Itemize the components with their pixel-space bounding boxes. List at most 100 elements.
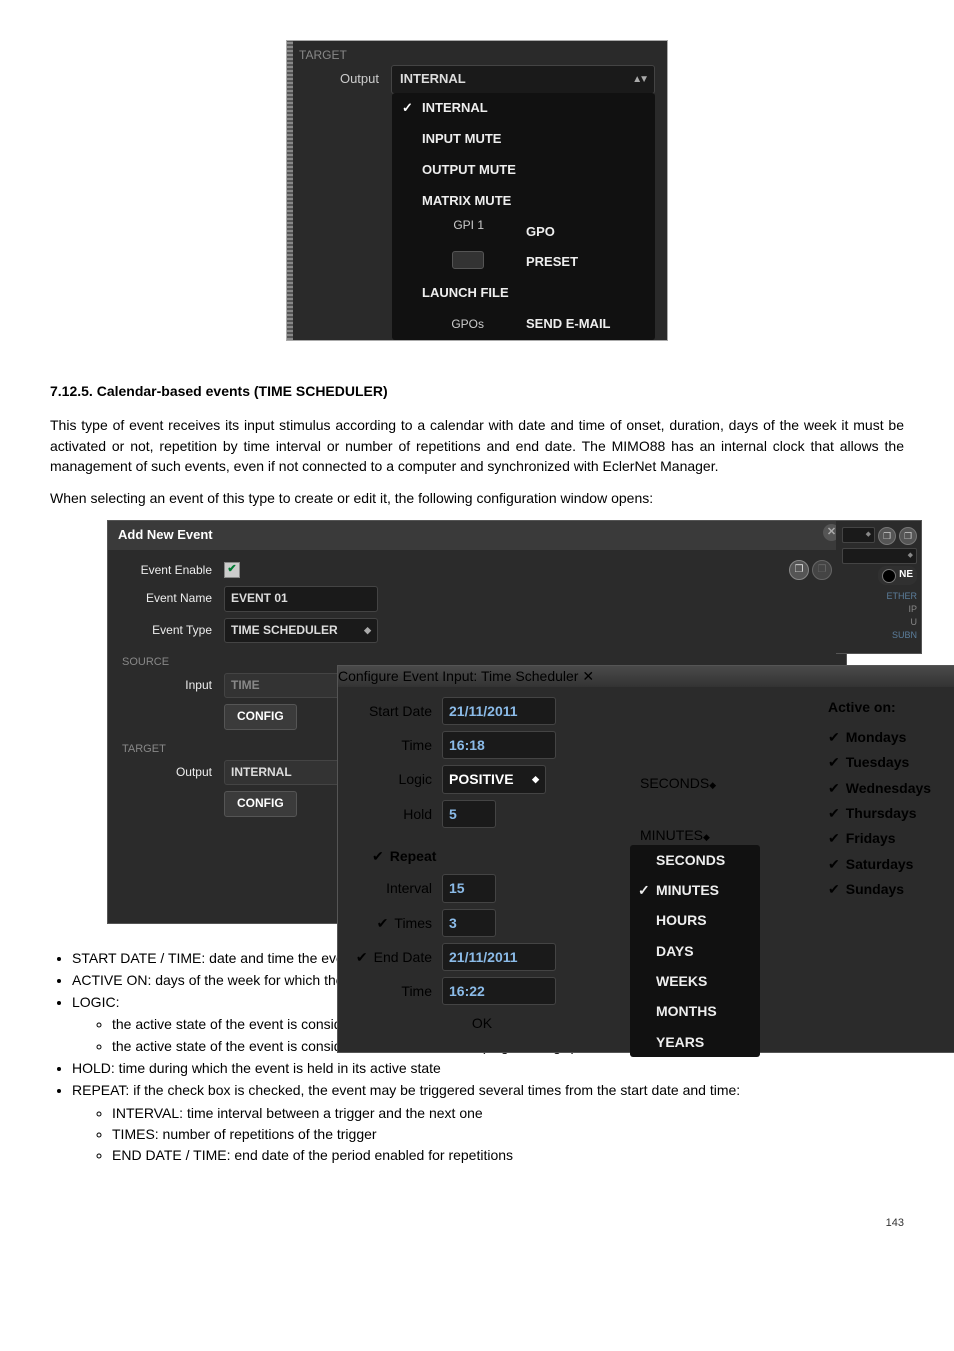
day-thu-checkbox[interactable]: ✔	[828, 803, 840, 823]
day-wed-checkbox[interactable]: ✔	[828, 778, 840, 798]
left-drag-grip	[287, 41, 293, 340]
peek-ether: ETHER	[842, 590, 917, 603]
start-date-label: Start Date	[352, 701, 442, 721]
unit-option-months[interactable]: MONTHS	[630, 996, 760, 1026]
interval-input[interactable]: 15	[442, 874, 496, 902]
output-select-value: INTERNAL	[400, 70, 466, 89]
paste-icon[interactable]: ❐	[812, 560, 832, 580]
paragraph-1: This type of event receives its input st…	[50, 415, 904, 476]
interval-unit-dropdown: SECONDS MINUTES HOURS DAYS WEEKS MONTHS …	[630, 845, 760, 1057]
hold-unit-select[interactable]: SECONDS◆	[640, 773, 800, 793]
unit-option-weeks[interactable]: WEEKS	[630, 966, 760, 996]
peek-u: U	[842, 616, 917, 629]
ok-button[interactable]: OK	[448, 1011, 516, 1035]
source-config-button[interactable]: CONFIG	[224, 704, 297, 729]
start-date-input[interactable]: 21/11/2011	[442, 697, 556, 725]
paragraph-2: When selecting an event of this type to …	[50, 488, 904, 508]
day-sat-checkbox[interactable]: ✔	[828, 854, 840, 874]
event-type-value: TIME SCHEDULER	[231, 622, 338, 639]
updown-icon: ◆	[709, 780, 716, 790]
day-fri-label: Fridays	[846, 828, 896, 848]
target-config-button[interactable]: CONFIG	[224, 791, 297, 816]
logic-label: Logic	[352, 769, 442, 789]
menu-item-gpo[interactable]: GPO	[496, 217, 643, 248]
right-panel-peek: ❐ ❐ NE ETHER IP U SUBN	[836, 520, 922, 654]
day-sun-checkbox[interactable]: ✔	[828, 879, 840, 899]
interval-unit-select[interactable]: MINUTES◆	[640, 825, 800, 845]
updown-icon: ▲▼	[632, 73, 646, 88]
day-mon-checkbox[interactable]: ✔	[828, 727, 840, 747]
peek-icon-1[interactable]: ❐	[878, 527, 896, 545]
hold-label: Hold	[352, 804, 442, 824]
net-dot-icon	[882, 569, 896, 583]
list-item-text: REPEAT: if the check box is checked, the…	[72, 1082, 740, 1098]
end-date-input[interactable]: 21/11/2011	[442, 943, 556, 971]
peek-ip: IP	[842, 603, 917, 616]
list-item-text: LOGIC:	[72, 994, 119, 1010]
event-name-label: Event Name	[122, 590, 224, 607]
updown-icon: ◆	[532, 773, 539, 786]
updown-icon: ◆	[364, 624, 371, 637]
peek-select-2[interactable]	[842, 548, 917, 564]
event-enable-checkbox[interactable]: ✔	[224, 562, 240, 578]
end-time-input[interactable]: 16:22	[442, 977, 556, 1005]
output-select[interactable]: INTERNAL ▲▼	[391, 65, 655, 94]
target-output-label: Output	[122, 764, 224, 781]
output-dropdown-menu: INTERNAL INPUT MUTE OUTPUT MUTE MATRIX M…	[392, 93, 655, 340]
unit-option-hours[interactable]: HOURS	[630, 905, 760, 935]
dialog-title-text: Add New Event	[118, 527, 213, 542]
page-number: 143	[50, 1216, 904, 1232]
hold-input[interactable]: 5	[442, 800, 496, 828]
menu-item-input-mute[interactable]: INPUT MUTE	[392, 124, 655, 155]
peek-select[interactable]	[842, 527, 875, 543]
logic-value: POSITIVE	[449, 769, 514, 789]
inner-dialog-title-text: Configure Event Input: Time Scheduler	[338, 668, 578, 684]
day-sat-label: Saturdays	[846, 854, 914, 874]
event-type-select[interactable]: TIME SCHEDULER ◆	[224, 618, 378, 643]
menu-item-internal[interactable]: INTERNAL	[392, 93, 655, 124]
day-fri-checkbox[interactable]: ✔	[828, 828, 840, 848]
gpi-led	[452, 251, 484, 269]
interval-label: Interval	[352, 878, 442, 898]
section-heading: 7.12.5. Calendar-based events (TIME SCHE…	[50, 381, 904, 401]
net-badge: NE	[878, 566, 917, 585]
list-item: REPEAT: if the check box is checked, the…	[72, 1080, 904, 1165]
day-thu-label: Thursdays	[846, 803, 917, 823]
times-checkbox[interactable]: ✔	[377, 913, 389, 933]
menu-item-launch-file[interactable]: LAUNCH FILE	[392, 278, 655, 309]
end-time-label: Time	[352, 981, 442, 1001]
day-sun-label: Sundays	[846, 879, 904, 899]
unit-option-years[interactable]: YEARS	[630, 1027, 760, 1057]
output-label: Output	[299, 70, 391, 89]
event-enable-label: Event Enable	[122, 562, 224, 579]
unit-option-seconds[interactable]: SECONDS	[630, 845, 760, 875]
end-date-checkbox[interactable]: ✔	[356, 947, 368, 967]
time-input[interactable]: 16:18	[442, 731, 556, 759]
unit-option-days[interactable]: DAYS	[630, 936, 760, 966]
repeat-checkbox[interactable]: ✔	[372, 846, 384, 866]
unit-option-minutes[interactable]: MINUTES	[630, 875, 760, 905]
list-item: INTERVAL: time interval between a trigge…	[112, 1103, 904, 1123]
menu-item-send-email[interactable]: SEND E-MAIL	[496, 309, 643, 340]
close-icon[interactable]: ✕	[582, 668, 594, 684]
copy-icon[interactable]: ❐	[789, 560, 809, 580]
time-label: Time	[352, 735, 442, 755]
end-date-label: End Date	[374, 947, 432, 967]
target-header: TARGET	[287, 41, 667, 64]
peek-icon-2[interactable]: ❐	[899, 527, 917, 545]
menu-item-preset[interactable]: PRESET	[496, 247, 643, 278]
menu-item-matrix-mute[interactable]: MATRIX MUTE	[392, 186, 655, 217]
net-badge-text: NE	[899, 568, 913, 583]
inner-dialog-title: Configure Event Input: Time Scheduler ✕	[338, 666, 954, 686]
menu-item-output-mute[interactable]: OUTPUT MUTE	[392, 155, 655, 186]
event-name-input[interactable]: EVENT 01	[224, 586, 378, 611]
peek-subn: SUBN	[842, 629, 917, 642]
screenshot-output-dropdown: TARGET Output INTERNAL ▲▼ INTERNAL INPUT…	[286, 40, 668, 341]
logic-select[interactable]: POSITIVE ◆	[442, 765, 546, 793]
day-tue-checkbox[interactable]: ✔	[828, 752, 840, 772]
day-tue-label: Tuesdays	[846, 752, 910, 772]
updown-icon: ◆	[703, 832, 710, 842]
day-mon-label: Mondays	[846, 727, 907, 747]
repeat-label: Repeat	[390, 846, 437, 866]
times-input[interactable]: 3	[442, 909, 496, 937]
